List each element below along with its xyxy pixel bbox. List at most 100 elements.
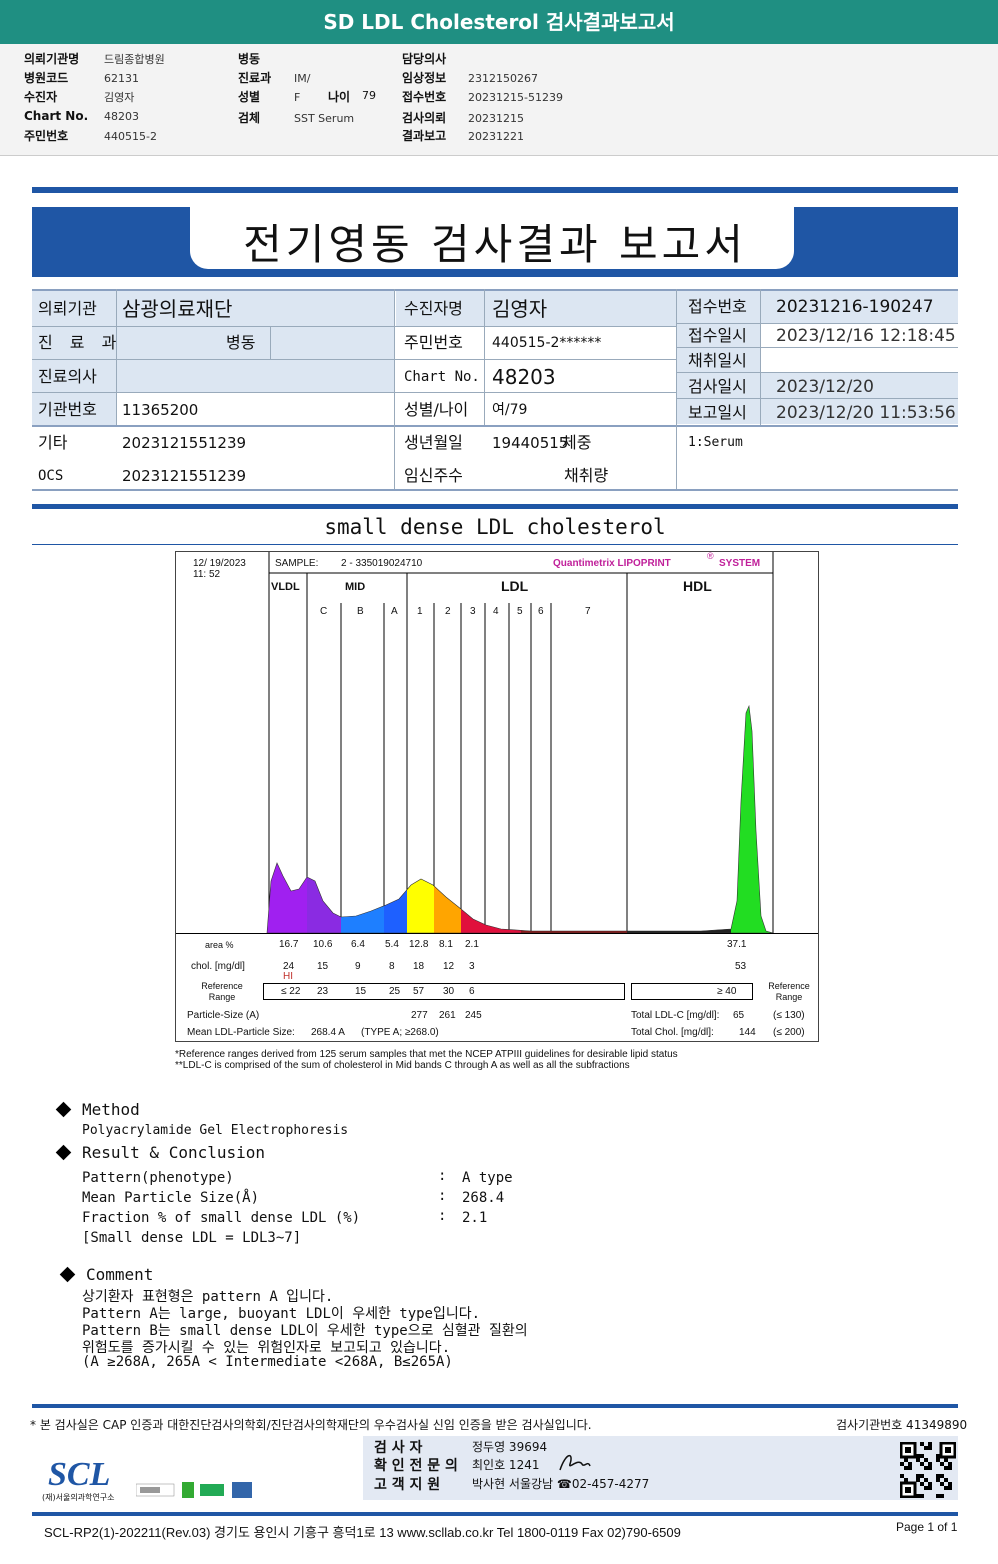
info-inst-no: 11365200: [122, 401, 199, 419]
info-ocs: 2023121551239: [122, 467, 247, 485]
summary-value: SST Serum: [294, 112, 355, 125]
chol-value: 18: [413, 961, 425, 972]
summary-field: 결과보고 20231221: [402, 127, 524, 144]
accreditation-logos: [135, 1480, 256, 1500]
area-value: 2.1: [465, 939, 479, 950]
grid-line: [32, 359, 676, 360]
summary-value: 김영자: [104, 91, 135, 104]
band-label: 4: [493, 606, 499, 617]
band-fill: [731, 706, 773, 933]
chol-value: 9: [355, 961, 361, 972]
accreditation-logo-icon: [135, 1482, 252, 1498]
comment-line: (A ≥268A, 265A < Intermediate <268A, B≤2…: [82, 1354, 453, 1370]
info-acc-dt: 2023/12/16 12:18:45: [776, 326, 956, 346]
summary-value: 20231221: [468, 130, 524, 143]
summary-field: 병동: [238, 50, 294, 67]
result-label: Fraction % of small dense LDL (%): [82, 1210, 361, 1226]
result-value: A type: [462, 1170, 513, 1186]
area-value: 10.6: [313, 939, 333, 950]
certification-note: * 본 검사실은 CAP 인증과 대한진단검사의학회/진단검사의학재단의 우수검…: [30, 1418, 592, 1432]
signer-label: 고 객 지 원: [374, 1477, 441, 1493]
summary-value: 62131: [104, 72, 139, 85]
result-label: Pattern(phenotype): [82, 1170, 234, 1186]
info-weight-label: 체중: [562, 433, 592, 452]
info-patient: 김영자: [492, 297, 548, 321]
hi-flag: HI: [283, 971, 293, 982]
summary-label: 진료과: [238, 71, 272, 85]
sample-label: SAMPLE:: [275, 558, 319, 569]
lipoprint-chart: 12/ 19/2023 11: 52 SAMPLE: 2 - 335019024710…: [175, 551, 819, 1042]
summary-field: 수진자 김영자: [24, 88, 134, 105]
area-value: 12.8: [409, 939, 429, 950]
summary-label: 검사의뢰: [402, 111, 447, 125]
info-sexage: 여/79: [492, 402, 528, 418]
signer-label: 검 사 자: [374, 1440, 423, 1456]
diamond-bullet-icon: [59, 1266, 76, 1283]
info-ward-label: 병동: [226, 333, 256, 352]
group-label: VLDL: [271, 581, 300, 593]
info-sexage-label: 성별/나이: [404, 400, 469, 419]
info-volume-label: 채취량: [564, 466, 609, 485]
result-label: Mean Particle Size(Å): [82, 1190, 260, 1206]
divider: [32, 187, 958, 193]
area-label: area %: [205, 940, 234, 950]
ref-label-hdl: Reference Range: [768, 981, 810, 1002]
signer-value: 박사현 서울강남 ☎02-457-4277: [472, 1477, 650, 1491]
band-fill: [521, 706, 627, 933]
info-chart-label: Chart No.: [404, 369, 480, 385]
band-fill: [627, 706, 731, 933]
ldlc-label: Total LDL-C [mg/dl]:: [631, 1010, 720, 1021]
signature-image: [556, 1450, 592, 1474]
group-label: MID: [345, 581, 366, 593]
electrophoresis-graph: [266, 552, 774, 934]
summary-field: 주민번호 440515-2: [24, 127, 157, 144]
report-banner: 전기영동 검사결과 보고서: [32, 207, 958, 277]
mean-label: Mean LDL-Particle Size:: [187, 1027, 295, 1038]
info-chart: 48203: [492, 365, 556, 389]
report-title: 전기영동 검사결과 보고서: [243, 220, 747, 269]
hdl-chol: 53: [735, 961, 747, 972]
report-header-bar: SD LDL Cholesterol 검사결과보고서: [0, 0, 998, 44]
band-label: 3: [470, 606, 476, 617]
band-label: 5: [517, 606, 523, 617]
age-value: 79: [362, 89, 376, 102]
method-text: Polyacrylamide Gel Electrophoresis: [82, 1123, 349, 1138]
chol-value: 8: [389, 961, 395, 972]
summary-label: 의뢰기관명: [24, 52, 80, 66]
method-title: Method: [82, 1100, 140, 1119]
summary-label: 병동: [238, 52, 261, 66]
summary-label: 접수번호: [402, 90, 447, 104]
ref-range-box: [263, 983, 625, 1000]
summary-label: Chart No.: [24, 109, 89, 123]
colon-separator: :: [438, 1188, 447, 1204]
mean-type: (TYPE A; ≥268.0): [361, 1027, 439, 1038]
curve-line: [266, 704, 774, 934]
colon-separator: :: [438, 1168, 447, 1184]
footnote-1: *Reference ranges derived from 125 serum…: [175, 1049, 678, 1060]
info-inst: 삼광의료재단: [122, 297, 233, 321]
area-value: 6.4: [351, 939, 365, 950]
info-rrn: 440515-2******: [492, 335, 602, 351]
lab-number: 검사기관번호 41349890: [836, 1418, 968, 1432]
divider: [32, 504, 958, 509]
footnote-2: **LDL-C is comprised of the sum of chole…: [175, 1060, 630, 1071]
area-value: 16.7: [279, 939, 299, 950]
summary-value: 440515-2: [104, 130, 157, 143]
ldlc-value: 65: [733, 1010, 745, 1021]
summary-field: 임상정보 2312150267: [402, 69, 538, 86]
signer-label: 확 인 전 문 의: [374, 1458, 458, 1474]
summary-field: 검사의뢰 20231215: [402, 109, 524, 126]
grid-line: [270, 326, 271, 359]
info-rep-dt-label: 보고일시: [688, 403, 747, 422]
chol-value: 3: [469, 961, 475, 972]
summary-value: 20231215-51239: [468, 91, 563, 104]
grid-line: [484, 289, 485, 425]
summary-value: 드림종합병원: [104, 53, 165, 66]
colon-separator: :: [438, 1208, 447, 1224]
band-label: 6: [538, 606, 544, 617]
info-rep-dt: 2023/12/20 11:53:56: [776, 403, 956, 423]
divider: [32, 1512, 958, 1516]
info-birth-label: 생년월일: [404, 433, 463, 452]
brand-name: Quantimetrix LIPOPRINT: [553, 558, 671, 569]
size-label: Particle-Size (A): [187, 1010, 260, 1021]
